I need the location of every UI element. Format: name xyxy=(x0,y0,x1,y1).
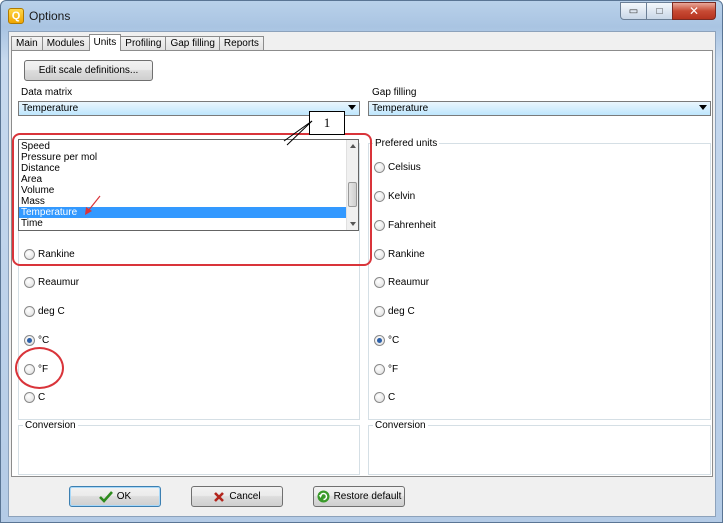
data-matrix-unit-deg-c[interactable]: deg C xyxy=(24,306,65,317)
tab-profiling[interactable]: Profiling xyxy=(120,36,167,51)
radio-checked-icon xyxy=(374,335,385,346)
prefered-units-label: Prefered units xyxy=(373,138,440,149)
cancel-label: Cancel xyxy=(229,491,261,502)
title-bar[interactable]: Q Options ▭ □ ✕ xyxy=(1,1,722,31)
chevron-down-icon xyxy=(699,105,707,110)
close-button[interactable]: ✕ xyxy=(672,2,716,20)
radio-label: Fahrenheit xyxy=(388,220,436,231)
window-title: Options xyxy=(29,9,71,23)
data-matrix-conversion-group: Conversion xyxy=(18,420,360,475)
restore-default-button[interactable]: Restore default xyxy=(313,486,405,507)
data-matrix-combo-value: Temperature xyxy=(22,103,79,114)
radio-label: °C xyxy=(388,335,400,346)
gap-conversion-group: Conversion xyxy=(368,420,711,475)
radio-label: °C xyxy=(38,335,50,346)
tab-main[interactable]: Main xyxy=(11,36,43,51)
radio-icon xyxy=(24,306,35,317)
annotation-highlight-circle xyxy=(15,347,64,389)
cross-icon xyxy=(214,491,225,502)
gap-unit-celsius-symbol[interactable]: °C xyxy=(374,335,399,346)
close-icon: ✕ xyxy=(688,4,700,18)
checkmark-icon xyxy=(98,490,113,503)
gap-filling-label: Gap filling xyxy=(372,87,417,98)
minimize-icon: ▭ xyxy=(628,5,639,17)
radio-icon xyxy=(374,392,385,403)
radio-icon xyxy=(374,306,385,317)
gap-unit-c[interactable]: C xyxy=(374,392,395,403)
radio-icon xyxy=(374,364,385,375)
app-icon: Q xyxy=(8,8,24,24)
maximize-button[interactable]: □ xyxy=(646,2,673,20)
restore-default-label: Restore default xyxy=(333,491,402,502)
units-tab-panel: Edit scale definitions... Data matrix Te… xyxy=(11,50,713,477)
radio-label: deg C xyxy=(388,306,415,317)
dialog-footer: OK Cancel Restore default xyxy=(11,478,713,516)
gap-unit-deg-c[interactable]: deg C xyxy=(374,306,415,317)
radio-label: Rankine xyxy=(388,249,425,260)
gap-filling-combo-value: Temperature xyxy=(372,103,429,114)
window-controls: ▭ □ ✕ xyxy=(620,2,716,20)
gap-unit-celsius[interactable]: Celsius xyxy=(374,162,421,173)
radio-label: °F xyxy=(388,364,399,375)
radio-icon xyxy=(24,277,35,288)
data-matrix-label: Data matrix xyxy=(21,87,73,98)
tab-strip: Main Modules Units Profiling Gap filling… xyxy=(11,34,264,51)
data-matrix-unit-c[interactable]: C xyxy=(24,392,45,403)
data-matrix-unit-reaumur[interactable]: Reaumur xyxy=(24,277,79,288)
dialog-client: Main Modules Units Profiling Gap filling… xyxy=(8,31,716,517)
tab-gap-filling[interactable]: Gap filling xyxy=(165,36,220,51)
gap-unit-rankine[interactable]: Rankine xyxy=(374,249,425,260)
radio-icon xyxy=(24,392,35,403)
radio-icon xyxy=(374,162,385,173)
ok-label: OK xyxy=(116,491,132,502)
refresh-icon xyxy=(317,490,330,503)
tab-modules[interactable]: Modules xyxy=(41,36,90,51)
radio-label: deg C xyxy=(38,306,65,317)
radio-icon xyxy=(374,249,385,260)
tab-reports[interactable]: Reports xyxy=(218,36,264,51)
annotation-highlight-box xyxy=(12,133,372,266)
conversion-label: Conversion xyxy=(23,420,78,431)
radio-label: C xyxy=(38,392,46,403)
radio-label: Reaumur xyxy=(38,277,80,288)
minimize-button[interactable]: ▭ xyxy=(620,2,647,20)
radio-icon xyxy=(374,277,385,288)
gap-unit-reaumur[interactable]: Reaumur xyxy=(374,277,429,288)
radio-checked-icon xyxy=(24,335,35,346)
ok-button[interactable]: OK xyxy=(69,486,161,507)
gap-filling-combo[interactable]: Temperature xyxy=(368,101,711,116)
maximize-icon: □ xyxy=(656,5,663,17)
radio-label: Reaumur xyxy=(388,277,430,288)
data-matrix-unit-celsius-symbol[interactable]: °C xyxy=(24,335,49,346)
radio-icon xyxy=(374,191,385,202)
gap-unit-fahrenheit[interactable]: Fahrenheit xyxy=(374,220,436,231)
gap-unit-fahrenheit-symbol[interactable]: °F xyxy=(374,364,398,375)
conversion-label: Conversion xyxy=(373,420,428,431)
radio-label: C xyxy=(388,392,396,403)
options-window: Q Options ▭ □ ✕ Main Modules Units Profi… xyxy=(0,0,723,523)
radio-label: Kelvin xyxy=(388,191,416,202)
chevron-down-icon xyxy=(348,105,356,110)
tab-units[interactable]: Units xyxy=(88,34,122,51)
annotation-callout: 1 xyxy=(309,111,345,135)
gap-unit-kelvin[interactable]: Kelvin xyxy=(374,191,415,202)
cancel-button[interactable]: Cancel xyxy=(191,486,283,507)
radio-label: Celsius xyxy=(388,162,421,173)
edit-scale-definitions-button[interactable]: Edit scale definitions... xyxy=(24,60,153,81)
radio-icon xyxy=(374,220,385,231)
